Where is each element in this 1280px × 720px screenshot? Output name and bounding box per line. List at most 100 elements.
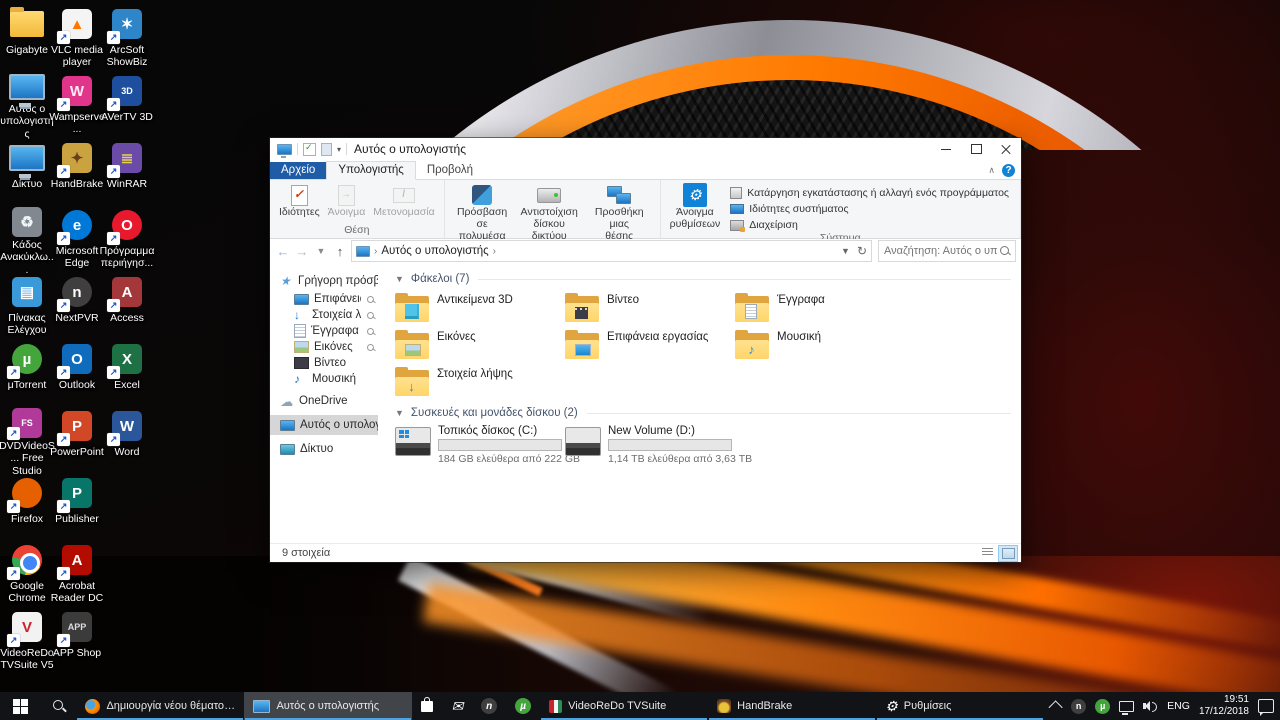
ribbon-button[interactable]: Ιδιότητες — [275, 183, 324, 220]
collapse-ribbon-icon[interactable]: ∧ — [988, 165, 995, 176]
taskbar-button[interactable]: µ — [506, 692, 540, 720]
nextpvr-tray-icon[interactable]: n — [1071, 699, 1086, 714]
recent-locations-dropdown-icon[interactable]: ▼ — [313, 247, 329, 256]
desktop-icon[interactable]: ✶ ArcSoft ShowBiz — [102, 6, 152, 73]
address-dropdown-icon[interactable]: ▼ — [841, 246, 850, 256]
start-button[interactable] — [0, 692, 41, 720]
properties-icon[interactable] — [303, 143, 316, 156]
taskbar-button[interactable]: Δημιουργία νέου θέματος - Inso... — [76, 692, 244, 720]
desktop-icon[interactable]: W Wampserve... — [52, 73, 102, 140]
collapse-group-icon[interactable]: ▼ — [395, 274, 404, 284]
desktop-icon[interactable]: FS DVDVideoS... Free Studio — [2, 408, 52, 475]
desktop-icon[interactable]: O Πρόγραμμα περιήγησ... — [102, 207, 152, 274]
large-icons-view-button[interactable] — [998, 545, 1018, 562]
open-settings-button[interactable]: Άνοιγμα ρυθμίσεων — [666, 183, 725, 232]
customize-qat-dropdown-icon[interactable]: ▾ — [337, 145, 341, 154]
new-folder-icon[interactable] — [321, 143, 332, 156]
utorrent-tray-icon[interactable]: µ — [1095, 699, 1110, 714]
nav-item[interactable]: Γρήγορη πρόσβαση — [270, 271, 378, 291]
ribbon-small-button[interactable]: Ιδιότητες συστήματος — [730, 202, 1009, 216]
breadcrumb-chevron-icon[interactable]: › — [493, 246, 496, 257]
forward-button[interactable]: → — [294, 245, 310, 258]
volume-tray-icon[interactable] — [1143, 700, 1158, 712]
desktop-icon[interactable]: e Microsoft Edge — [52, 207, 102, 274]
address-box[interactable]: › Αυτός ο υπολογιστής › ▼ ↻ — [351, 240, 872, 262]
titlebar[interactable]: ▾ Αυτός ο υπολογιστής — [270, 138, 1021, 160]
desktop-icon[interactable]: ✦ HandBrake — [52, 140, 102, 207]
folder-tile[interactable]: Βίντεο — [565, 292, 735, 329]
breadcrumb-chevron-icon[interactable]: › — [374, 246, 377, 257]
ribbon-small-button[interactable]: Κατάργηση εγκατάστασης ή αλλαγή ενός προ… — [730, 186, 1009, 200]
ribbon-button[interactable]: Μετονομασία — [369, 183, 438, 220]
desktop-icon[interactable]: ▲ VLC media player — [52, 6, 102, 73]
refresh-icon[interactable]: ↻ — [857, 244, 867, 258]
nav-item[interactable]: Μουσική — [270, 371, 378, 387]
desktop-icon[interactable]: W Word — [102, 408, 152, 475]
desktop-icon[interactable]: µ μTorrent — [2, 341, 52, 408]
taskbar-button[interactable]: Ρυθμίσεις — [876, 692, 1044, 720]
maximize-button[interactable] — [961, 138, 991, 160]
desktop-icon[interactable]: P PowerPoint — [52, 408, 102, 475]
desktop-icon[interactable]: P Publisher — [52, 475, 102, 542]
desktop-icon[interactable]: Firefox — [2, 475, 52, 542]
nav-item[interactable]: Αυτός ο υπολογιστής — [270, 415, 378, 435]
desktop-icon[interactable]: A Acrobat Reader DC — [52, 542, 102, 609]
desktop-icon[interactable]: n NextPVR — [52, 274, 102, 341]
tab-file[interactable]: Αρχείο — [270, 162, 326, 179]
back-button[interactable]: ← — [275, 245, 291, 258]
desktop-icon[interactable]: Google Chrome — [2, 542, 52, 609]
desktop-icon[interactable]: APP APP Shop — [52, 609, 102, 676]
taskbar-button[interactable]: VideoReDo TVSuite — [540, 692, 708, 720]
taskbar-button[interactable]: HandBrake — [708, 692, 876, 720]
taskbar-button[interactable] — [412, 692, 442, 720]
up-button[interactable]: ↑ — [332, 245, 348, 258]
ribbon-small-button[interactable]: Διαχείριση — [730, 218, 1009, 232]
ribbon-button[interactable]: Άνοιγμα — [324, 183, 370, 220]
folder-tile[interactable]: Επιφάνεια εργασίας — [565, 329, 735, 366]
action-center-icon[interactable] — [1258, 699, 1274, 713]
folder-tile[interactable]: Αντικείμενα 3D — [395, 292, 565, 329]
nav-item[interactable]: Εικόνες — [270, 339, 378, 355]
tab-view[interactable]: Προβολή — [416, 162, 484, 179]
details-view-button[interactable] — [978, 545, 996, 560]
desktop-icon[interactable]: V VideoReDo TVSuite V5 — [2, 609, 52, 676]
nav-item[interactable]: OneDrive — [270, 391, 378, 411]
desktop-icon[interactable]: ♻ Κάδος Ανακύκλω... — [2, 207, 52, 274]
drive-tile[interactable]: New Volume (D:) 1,14 TB ελεύθερα από 3,6… — [565, 425, 735, 463]
nav-item[interactable]: Δίκτυο — [270, 439, 378, 459]
collapse-group-icon[interactable]: ▼ — [395, 408, 404, 418]
help-icon[interactable]: ? — [1002, 164, 1015, 177]
desktop-icon[interactable]: Gigabyte — [2, 6, 52, 73]
taskbar-button[interactable] — [442, 692, 472, 720]
nav-item[interactable]: Επιφάνεια εργασίας — [270, 291, 378, 307]
language-indicator[interactable]: ENG — [1167, 700, 1190, 712]
minimize-button[interactable] — [931, 138, 961, 160]
tab-computer[interactable]: Υπολογιστής — [326, 161, 415, 180]
nav-item[interactable]: Στοιχεία λήψης — [270, 307, 378, 323]
folder-tile[interactable]: Έγγραφα — [735, 292, 905, 329]
folder-tile[interactable]: Μουσική — [735, 329, 905, 366]
breadcrumb[interactable]: Αυτός ο υπολογιστής — [381, 245, 488, 257]
network-tray-icon[interactable] — [1119, 701, 1134, 712]
desktop-icon[interactable]: X Excel — [102, 341, 152, 408]
nav-item[interactable]: Βίντεο — [270, 355, 378, 371]
search-icon[interactable] — [999, 245, 1011, 257]
close-button[interactable] — [991, 138, 1021, 160]
nav-item[interactable]: Έγγραφα — [270, 323, 378, 339]
desktop-icon[interactable]: ▤ Πίνακας Ελέγχου — [2, 274, 52, 341]
taskbar-button[interactable]: Αυτός ο υπολογιστής — [244, 692, 412, 720]
desktop-icon[interactable]: Δίκτυο — [2, 140, 52, 207]
drive-tile[interactable]: Τοπικός δίσκος (C:) 184 GB ελεύθερα από … — [395, 425, 565, 463]
taskbar-button[interactable]: n — [472, 692, 506, 720]
taskbar-search-button[interactable] — [41, 692, 76, 720]
folder-tile[interactable]: Εικόνες — [395, 329, 565, 366]
desktop-icon[interactable]: 3D AVerTV 3D — [102, 73, 152, 140]
show-hidden-icons-chevron[interactable] — [1052, 701, 1062, 711]
desktop-icon[interactable]: A Access — [102, 274, 152, 341]
folder-tile[interactable]: Στοιχεία λήψης — [395, 366, 565, 403]
desktop-icon[interactable]: O Outlook — [52, 341, 102, 408]
drives-group-header[interactable]: ▼ Συσκευές και μονάδες δίσκου (2) — [395, 403, 1011, 423]
search-input[interactable] — [879, 245, 999, 257]
desktop-icon[interactable]: ≣ WinRAR — [102, 140, 152, 207]
folders-group-header[interactable]: ▼ Φάκελοι (7) — [395, 269, 1011, 289]
